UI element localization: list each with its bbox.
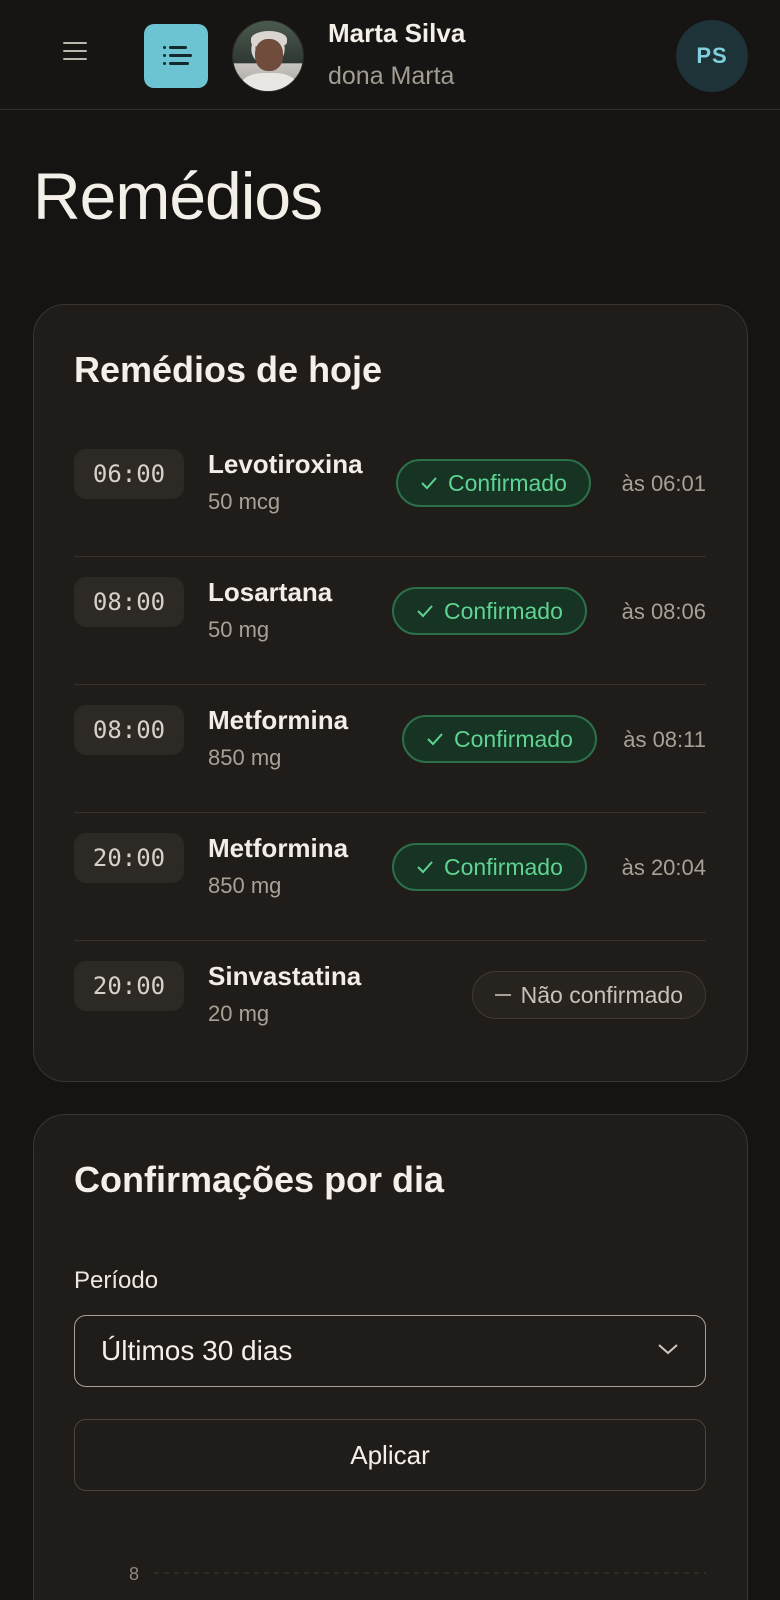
scheduled-time: 06:00 [74,449,184,499]
page-title: Remédios [33,159,323,233]
check-icon [417,605,433,618]
medication-name: Losartana [208,577,333,607]
status-badge[interactable]: Confirmado [396,459,591,507]
status-badge[interactable]: Confirmado [392,843,587,891]
medication-row: 08:00 Losartana 50 mg Confirmado às 08:0… [74,557,706,685]
top-bar: Marta Silva dona Marta PS [0,0,780,110]
status-badge[interactable]: Confirmado [402,715,597,763]
medication-row: 20:00 Metformina 850 mg Confirmado às 20… [74,813,706,941]
medication-dose: 50 mg [208,617,270,642]
sidebar-toggle-button[interactable] [144,24,208,88]
scheduled-time: 08:00 [74,577,184,627]
confirmation-time: às 20:04 [621,855,706,880]
medication-row: 06:00 Levotiroxina 50 mcg Confirmado às … [74,429,706,557]
medication-name: Metformina [208,833,349,863]
patient-avatar[interactable] [232,20,304,92]
period-label: Período [74,1267,159,1294]
status-label: Não confirmado [520,981,683,1008]
menu-icon[interactable] [60,42,90,68]
status-label: Confirmado [454,725,573,752]
patient-name: Marta Silva [328,18,466,48]
y-tick-label: 8 [129,1564,139,1584]
status-badge[interactable]: Confirmado [392,587,587,635]
status-badge[interactable]: Não confirmado [471,971,706,1019]
confirmations-chart: 8 [129,1564,706,1584]
medication-row: 08:00 Metformina 850 mg Confirmado às 08… [74,685,706,813]
status-label: Confirmado [444,597,563,624]
card-title: Remédios de hoje [74,349,383,390]
chevron-down-icon [658,1344,678,1355]
today-medications-card: Remédios de hoje 06:00 Levotiroxina 50 m… [33,304,748,1082]
medication-name: Levotiroxina [208,449,363,479]
status-label: Confirmado [448,469,567,496]
confirmation-time: às 08:11 [623,727,706,752]
status-label: Confirmado [444,853,563,880]
check-icon [427,733,443,746]
check-icon [417,861,433,874]
patient-nickname: dona Marta [328,62,455,90]
apply-button[interactable]: Aplicar [74,1419,706,1491]
user-avatar[interactable]: PS [676,20,748,92]
period-value: Últimos 30 dias [101,1335,293,1366]
check-icon [421,477,437,490]
medication-dose: 20 mg [208,1001,270,1026]
card-title: Confirmações por dia [74,1159,445,1200]
confirmations-card: Confirmações por dia Período Últimos 30 … [33,1114,748,1600]
medication-name: Metformina [208,705,349,735]
medication-dose: 850 mg [208,745,282,770]
scheduled-time: 08:00 [74,705,184,755]
confirmation-time: às 06:01 [621,471,706,496]
medication-row: 20:00 Sinvastatina 20 mg Não confirmado [74,941,706,1069]
dash-icon [494,994,511,996]
period-select[interactable]: Últimos 30 dias [74,1315,706,1387]
medication-dose: 850 mg [208,873,282,898]
confirmation-time: às 08:06 [621,599,706,624]
medication-dose: 50 mcg [208,489,281,514]
medication-name: Sinvastatina [208,961,362,991]
scheduled-time: 20:00 [74,961,184,1011]
scheduled-time: 20:00 [74,833,184,883]
